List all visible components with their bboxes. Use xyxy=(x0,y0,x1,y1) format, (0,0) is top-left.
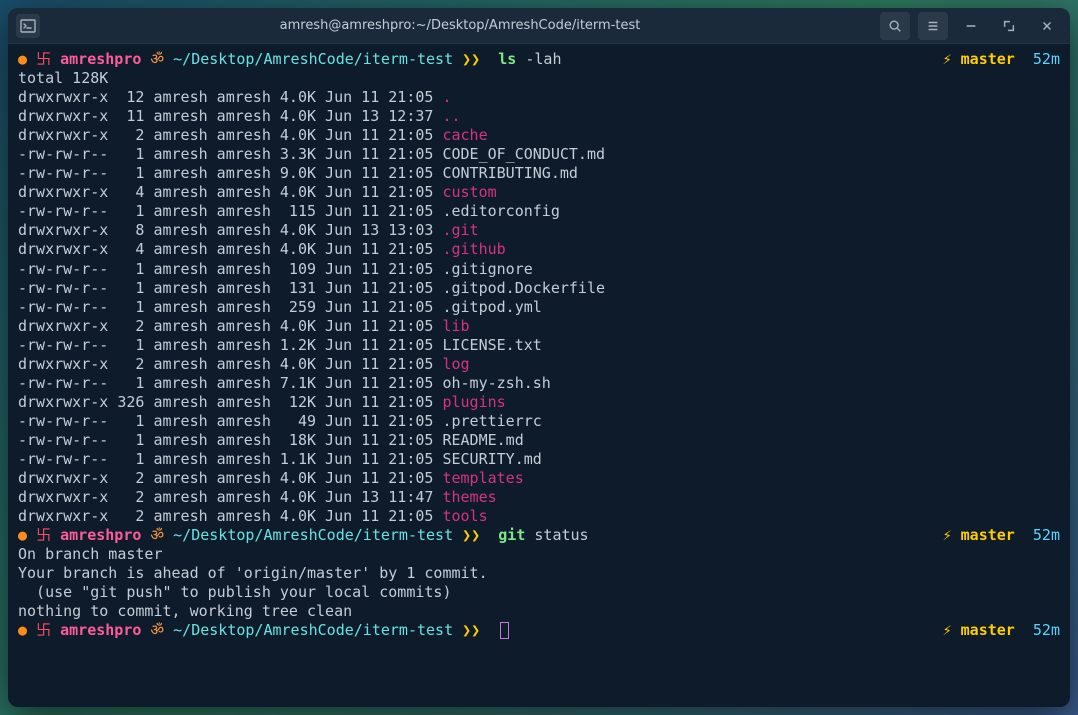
ls-row: -rw-rw-r-- 1 amresh amresh 3.3K Jun 11 2… xyxy=(18,145,1060,164)
ls-row: -rw-rw-r-- 1 amresh amresh 49 Jun 11 21:… xyxy=(18,412,1060,431)
file-name: templates xyxy=(442,469,523,487)
file-name: .prettierrc xyxy=(442,412,541,430)
ls-row: -rw-rw-r-- 1 amresh amresh 1.1K Jun 11 2… xyxy=(18,450,1060,469)
file-name: .gitignore xyxy=(442,260,532,278)
prompt-time: 52m xyxy=(1033,50,1060,68)
window-title: amresh@amreshpro:~/Desktop/AmreshCode/it… xyxy=(48,18,872,33)
ls-total: total 128K xyxy=(18,69,1060,88)
file-name: .editorconfig xyxy=(442,202,559,220)
file-name: tools xyxy=(442,507,487,525)
prompt-line: ● 卐 amreshpro ॐ ~/Desktop/AmreshCode/ite… xyxy=(18,621,1060,640)
prompt-path: ~/Desktop/AmreshCode/iterm-test xyxy=(173,50,453,68)
ls-row: drwxrwxr-x 8 amresh amresh 4.0K Jun 13 1… xyxy=(18,221,1060,240)
ls-row: drwxrwxr-x 2 amresh amresh 4.0K Jun 13 1… xyxy=(18,488,1060,507)
git-status-line: Your branch is ahead of 'origin/master' … xyxy=(18,564,1060,583)
file-name: .git xyxy=(442,221,478,239)
ls-row: drwxrwxr-x 12 amresh amresh 4.0K Jun 11 … xyxy=(18,88,1060,107)
prompt-line: ● 卐 amreshpro ॐ ~/Desktop/AmreshCode/ite… xyxy=(18,50,1060,69)
prompt-path: ~/Desktop/AmreshCode/iterm-test xyxy=(173,526,453,544)
file-name: lib xyxy=(442,317,469,335)
terminal-body[interactable]: ● 卐 amreshpro ॐ ~/Desktop/AmreshCode/ite… xyxy=(8,44,1070,707)
ls-row: drwxrwxr-x 2 amresh amresh 4.0K Jun 11 2… xyxy=(18,355,1060,374)
cmd-exe: git xyxy=(498,526,525,544)
file-name: . xyxy=(442,88,451,106)
ls-row: -rw-rw-r-- 1 amresh amresh 18K Jun 11 21… xyxy=(18,431,1060,450)
file-name: .. xyxy=(442,107,460,125)
file-name: cache xyxy=(442,126,487,144)
git-branch: master xyxy=(961,50,1015,68)
terminal-window: amresh@amreshpro:~/Desktop/AmreshCode/it… xyxy=(8,8,1070,707)
git-status-line: On branch master xyxy=(18,545,1060,564)
ls-row: drwxrwxr-x 326 amresh amresh 12K Jun 11 … xyxy=(18,393,1060,412)
file-name: SECURITY.md xyxy=(442,450,541,468)
ls-row: -rw-rw-r-- 1 amresh amresh 109 Jun 11 21… xyxy=(18,260,1060,279)
file-name: log xyxy=(442,355,469,373)
file-name: themes xyxy=(442,488,496,506)
file-name: .github xyxy=(442,240,505,258)
cmd-args: -lah xyxy=(525,50,561,68)
titlebar: amresh@amreshpro:~/Desktop/AmreshCode/it… xyxy=(8,8,1070,44)
prompt-user: amreshpro xyxy=(60,50,141,68)
file-name: CONTRIBUTING.md xyxy=(442,164,577,182)
ls-row: -rw-rw-r-- 1 amresh amresh 131 Jun 11 21… xyxy=(18,279,1060,298)
file-name: plugins xyxy=(442,393,505,411)
maximize-button[interactable] xyxy=(994,12,1024,40)
ls-row: -rw-rw-r-- 1 amresh amresh 9.0K Jun 11 2… xyxy=(18,164,1060,183)
git-branch: master xyxy=(961,526,1015,544)
hamburger-menu-button[interactable] xyxy=(918,12,948,40)
ls-row: drwxrwxr-x 11 amresh amresh 4.0K Jun 13 … xyxy=(18,107,1060,126)
file-name: CODE_OF_CONDUCT.md xyxy=(442,145,605,163)
prompt-user: amreshpro xyxy=(60,526,141,544)
ls-row: -rw-rw-r-- 1 amresh amresh 115 Jun 11 21… xyxy=(18,202,1060,221)
git-status-line: nothing to commit, working tree clean xyxy=(18,602,1060,621)
cmd-args: status xyxy=(534,526,588,544)
file-name: .gitpod.yml xyxy=(442,298,541,316)
close-button[interactable] xyxy=(1032,12,1062,40)
prompt-time: 52m xyxy=(1033,621,1060,639)
cursor xyxy=(500,622,509,639)
terminal-app-icon[interactable] xyxy=(16,14,40,38)
ls-row: -rw-rw-r-- 1 amresh amresh 7.1K Jun 11 2… xyxy=(18,374,1060,393)
search-button[interactable] xyxy=(880,12,910,40)
prompt-line: ● 卐 amreshpro ॐ ~/Desktop/AmreshCode/ite… xyxy=(18,526,1060,545)
cmd-exe: ls xyxy=(498,50,516,68)
file-name: custom xyxy=(442,183,496,201)
ls-row: -rw-rw-r-- 1 amresh amresh 259 Jun 11 21… xyxy=(18,298,1060,317)
file-name: .gitpod.Dockerfile xyxy=(442,279,605,297)
prompt-user: amreshpro xyxy=(60,621,141,639)
file-name: README.md xyxy=(442,431,523,449)
minimize-button[interactable] xyxy=(956,12,986,40)
ls-row: drwxrwxr-x 4 amresh amresh 4.0K Jun 11 2… xyxy=(18,183,1060,202)
git-status-line: (use "git push" to publish your local co… xyxy=(18,583,1060,602)
prompt-path: ~/Desktop/AmreshCode/iterm-test xyxy=(173,621,453,639)
git-branch: master xyxy=(961,621,1015,639)
ls-row: drwxrwxr-x 2 amresh amresh 4.0K Jun 11 2… xyxy=(18,317,1060,336)
ls-row: drwxrwxr-x 2 amresh amresh 4.0K Jun 11 2… xyxy=(18,126,1060,145)
ls-row: drwxrwxr-x 4 amresh amresh 4.0K Jun 11 2… xyxy=(18,240,1060,259)
prompt-time: 52m xyxy=(1033,526,1060,544)
ls-row: -rw-rw-r-- 1 amresh amresh 1.2K Jun 11 2… xyxy=(18,336,1060,355)
file-name: LICENSE.txt xyxy=(442,336,541,354)
ls-row: drwxrwxr-x 2 amresh amresh 4.0K Jun 11 2… xyxy=(18,507,1060,526)
file-name: oh-my-zsh.sh xyxy=(442,374,550,392)
ls-row: drwxrwxr-x 2 amresh amresh 4.0K Jun 11 2… xyxy=(18,469,1060,488)
